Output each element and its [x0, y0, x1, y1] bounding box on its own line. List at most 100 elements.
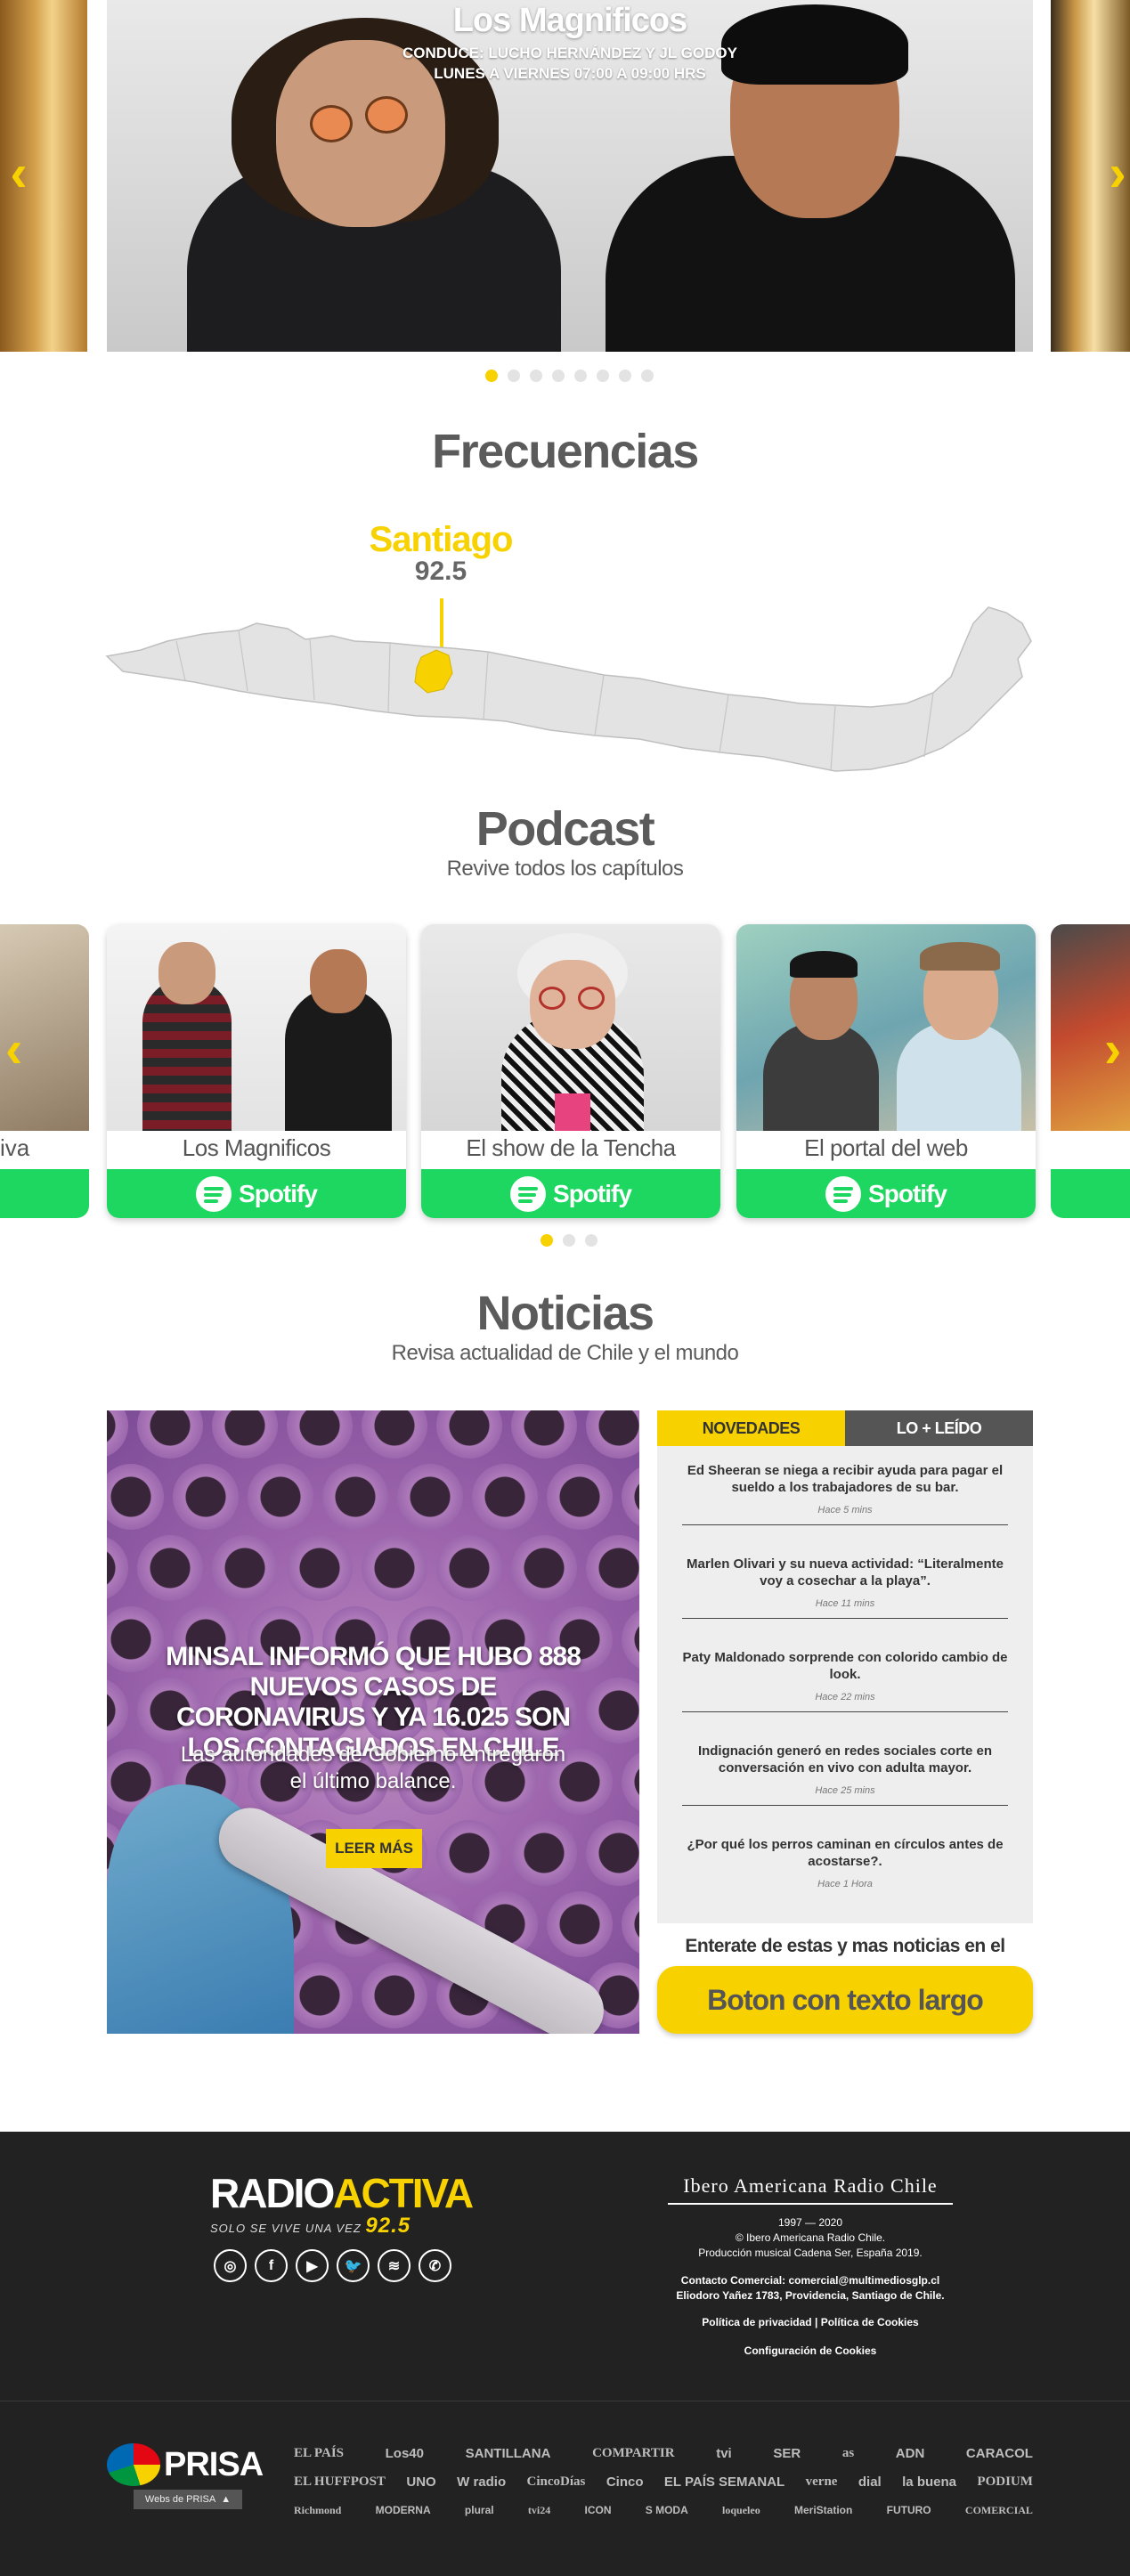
chile-map[interactable]	[105, 605, 1035, 784]
prisa-logo[interactable]: PRISA Webs de PRISA ▲	[107, 2443, 264, 2509]
chevron-right-icon[interactable]: ›	[1104, 1020, 1121, 1079]
news-tabs: NOVEDADES LO + LEÍDO	[657, 1410, 1033, 1446]
twitter-icon[interactable]: 🐦	[337, 2249, 370, 2282]
brand-logo[interactable]: COMERCIAL	[965, 2504, 1033, 2517]
tab-lo-mas-leido[interactable]: LO + LEÍDO	[845, 1410, 1033, 1446]
brand-logo[interactable]: CARACOL	[966, 2446, 1033, 2461]
hero-pagination-dot[interactable]	[597, 370, 609, 382]
news-item-title[interactable]: ¿Por qué los perros caminan en círculos …	[682, 1836, 1008, 1870]
privacy-link[interactable]: Política de privacidad	[702, 2316, 811, 2328]
podcast-pagination-dot[interactable]	[563, 1234, 575, 1247]
news-cta-button[interactable]: Boton con texto largo	[657, 1966, 1033, 2034]
brand-logo[interactable]: SANTILLANA	[466, 2446, 551, 2461]
prisa-name: PRISA	[164, 2445, 264, 2483]
instagram-icon[interactable]: ◎	[214, 2249, 247, 2282]
city-frequency: 92.5	[414, 557, 467, 586]
read-more-button[interactable]: LEER MÁS	[326, 1829, 422, 1868]
youtube-icon[interactable]: ▶	[296, 2249, 329, 2282]
spotify-icon[interactable]: ≋	[378, 2249, 411, 2282]
chevron-right-icon[interactable]: ›	[1104, 147, 1130, 200]
featured-news-card[interactable]: MINSAL INFORMÓ QUE HUBO 888 NUEVOS CASOS…	[107, 1410, 639, 2034]
hero-pagination-dot[interactable]	[508, 370, 520, 382]
news-item-title[interactable]: Paty Maldonado sorprende con colorido ca…	[682, 1649, 1008, 1683]
brand-logo[interactable]: loqueleo	[722, 2504, 760, 2517]
cookies-config-link[interactable]: Configuración de Cookies	[623, 2344, 997, 2357]
podcast-cover-image	[107, 924, 406, 1131]
hero-pagination-dot[interactable]	[530, 370, 542, 382]
news-item-title[interactable]: Marlen Olivari y su nueva actividad: “Li…	[682, 1556, 1008, 1589]
podcast-pagination-dot[interactable]	[541, 1234, 553, 1247]
hero-pagination-dot[interactable]	[574, 370, 587, 382]
brand-logo[interactable]: ADN	[896, 2446, 925, 2461]
brand-logo[interactable]: as	[842, 2446, 854, 2461]
whatsapp-icon[interactable]: ✆	[419, 2249, 451, 2282]
news-item[interactable]: Ed Sheeran se niega a recibir ayuda para…	[682, 1462, 1008, 1525]
brand-logo[interactable]: MODERNA	[376, 2504, 431, 2516]
radioactiva-logo[interactable]: RADIOACTIVA SOLO SE VIVE UNA VEZ 92.5	[210, 2169, 474, 2239]
hero-pagination-dot[interactable]	[485, 370, 498, 382]
tab-novedades[interactable]: NOVEDADES	[657, 1410, 845, 1446]
podcast-name: El portal del web	[804, 1134, 968, 1161]
hero-pagination	[485, 370, 654, 382]
news-item[interactable]: Paty Maldonado sorprende con colorido ca…	[682, 1649, 1008, 1712]
news-title: Noticias	[476, 1287, 654, 1340]
brand-logo[interactable]: EL PAÍS	[294, 2446, 344, 2461]
spotify-button[interactable]: Spotify	[736, 1169, 1036, 1218]
brand-logo[interactable]: ICON	[584, 2504, 611, 2516]
spotify-icon	[825, 1175, 862, 1212]
hero-pagination-dot[interactable]	[619, 370, 631, 382]
podcast-pagination-dot[interactable]	[585, 1234, 598, 1247]
brand-logo[interactable]: COMPARTIR	[592, 2446, 675, 2461]
hero-slide[interactable]: Los Magnificos CONDUCE: LUCHO HERNÁNDEZ …	[107, 0, 1033, 352]
brand-logo[interactable]: W radio	[457, 2474, 506, 2490]
brand-logo[interactable]: S MODA	[646, 2504, 688, 2516]
city-marker[interactable]: Santiago 92.5	[338, 520, 543, 587]
hero-pagination-dot[interactable]	[641, 370, 654, 382]
news-list-panel: NOVEDADES LO + LEÍDO Ed Sheeran se niega…	[657, 1410, 1033, 1923]
prisa-webs-button[interactable]: Webs de PRISA ▲	[134, 2490, 242, 2509]
hero-pagination-dot[interactable]	[552, 370, 565, 382]
brand-logo[interactable]: EL HUFFPOST	[294, 2474, 386, 2490]
brand-logo[interactable]: Cinco	[606, 2474, 644, 2490]
news-item[interactable]: Indignación generó en redes sociales cor…	[682, 1743, 1008, 1806]
facebook-icon[interactable]: f	[255, 2249, 288, 2282]
brand-logo[interactable]: tvi	[716, 2446, 732, 2461]
podcast-card[interactable]: El portal del web Spotify	[736, 924, 1036, 1218]
prisa-brands: EL PAÍS Los40 SANTILLANA COMPARTIR tvi SER as A…	[294, 2439, 1033, 2524]
footer-contact: Contacto Comercial: comercial@multimedio…	[680, 2274, 940, 2287]
logo-frequency: 92.5	[365, 2214, 411, 2238]
brand-logo[interactable]: SER	[773, 2446, 801, 2461]
footer-info: 1997 — 2020 © Ibero Americana Radio Chil…	[623, 2215, 997, 2304]
podcast-card[interactable]: Los Magnificos Spotify	[107, 924, 406, 1218]
brand-logo[interactable]: UNO	[406, 2474, 435, 2490]
podcast-title: Podcast	[476, 802, 655, 856]
news-item-title[interactable]: Ed Sheeran se niega a recibir ayuda para…	[682, 1462, 1008, 1496]
chile-map-shape	[105, 606, 1032, 772]
caret-up-icon: ▲	[221, 2494, 232, 2505]
brand-logo[interactable]: Richmond	[294, 2504, 341, 2517]
brand-logo[interactable]: CincoDías	[527, 2474, 586, 2490]
cookies-policy-link[interactable]: Política de Cookies	[821, 2316, 919, 2328]
news-item[interactable]: Marlen Olivari y su nueva actividad: “Li…	[682, 1556, 1008, 1619]
brand-logo[interactable]: la buena	[902, 2474, 956, 2490]
brand-logo[interactable]: verne	[806, 2474, 838, 2490]
spotify-icon	[510, 1175, 547, 1212]
brand-logo[interactable]: PODIUM	[977, 2474, 1033, 2490]
sunglasses-left-lens	[310, 105, 353, 142]
chevron-left-icon[interactable]: ‹	[5, 1020, 22, 1079]
brand-logo[interactable]: MeriStation	[794, 2504, 852, 2516]
logo-tagline: SOLO SE VIVE UNA VEZ	[210, 2222, 362, 2235]
podcast-card[interactable]: El show de la Tencha Spotify	[421, 924, 720, 1218]
news-item[interactable]: ¿Por qué los perros caminan en círculos …	[682, 1836, 1008, 1889]
spotify-button[interactable]: Spotify	[421, 1169, 720, 1218]
spotify-button[interactable]: Spotify	[107, 1169, 406, 1218]
brand-logo[interactable]: FUTURO	[887, 2504, 931, 2516]
chevron-left-icon[interactable]: ‹	[5, 147, 32, 200]
news-item-title[interactable]: Indignación generó en redes sociales cor…	[682, 1743, 1008, 1776]
brand-logo[interactable]: Los40	[386, 2446, 424, 2461]
brand-logo[interactable]: tvi24	[528, 2504, 550, 2517]
brand-logo[interactable]: dial	[858, 2474, 882, 2490]
brand-logo[interactable]: EL PAÍS SEMANAL	[664, 2474, 784, 2490]
brand-logo[interactable]: plural	[465, 2504, 494, 2516]
hero-carousel: ‹ Los Magnificos CONDUCE: LUCHO HERNÁNDE…	[0, 0, 1130, 352]
